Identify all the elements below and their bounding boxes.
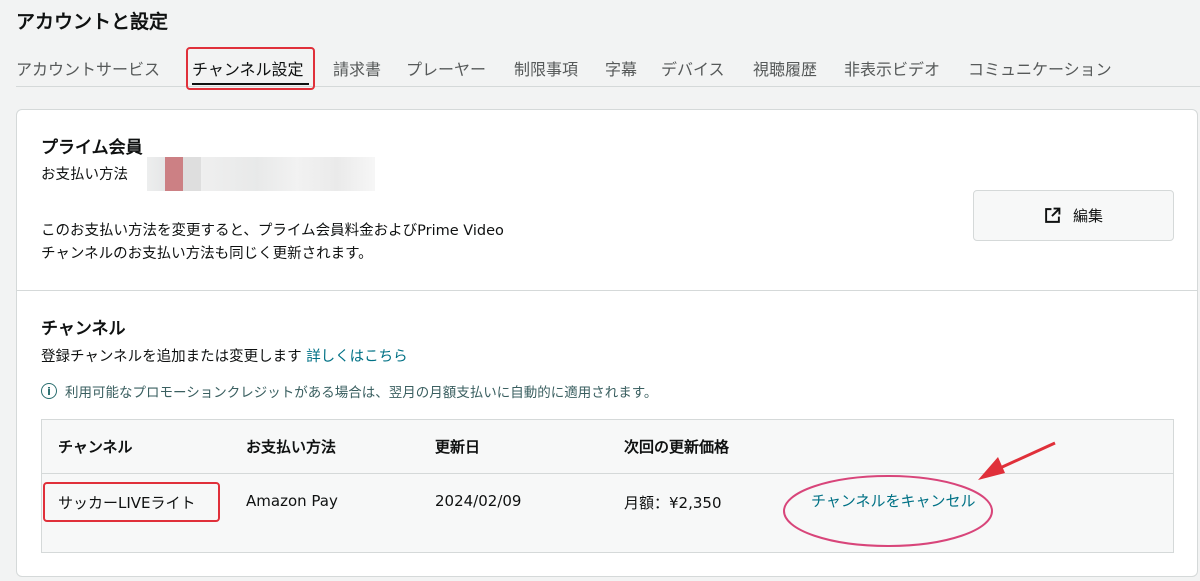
table-header-renewal-date: 更新日	[435, 438, 481, 456]
payment-method-label: お支払い方法	[41, 167, 128, 183]
page-title: アカウントと設定	[16, 11, 169, 33]
cancel-channel-link[interactable]: チャンネルをキャンセル	[811, 490, 981, 513]
table-cell-renewal-date: 2024/02/09	[435, 492, 522, 510]
learn-more-link[interactable]: 詳しくはこちら	[306, 349, 408, 365]
channel-highlight-annotation	[43, 482, 220, 522]
tab-hidden-videos[interactable]: 非表示ビデオ	[844, 56, 940, 80]
prime-notice-line1: このお支払い方法を変更すると、プライム会員料金およびPrime Video	[41, 223, 504, 239]
table-cell-price: 月額：¥2,350	[624, 494, 722, 512]
section-divider	[16, 290, 1198, 291]
table-header-channel: チャンネル	[58, 438, 133, 456]
table-header-divider	[42, 473, 1173, 474]
tab-restrictions[interactable]: 制限事項	[514, 56, 578, 80]
prime-notice-line2: チャンネルのお支払い方法も同じく更新されます。	[41, 246, 373, 262]
channels-heading: チャンネル	[41, 319, 126, 339]
tab-subtitles[interactable]: 字幕	[605, 56, 637, 80]
tab-watch-history[interactable]: 視聴履歴	[753, 56, 817, 80]
info-icon: i	[41, 383, 57, 399]
table-header-next-price: 次回の更新価格	[624, 438, 730, 456]
tab-communication[interactable]: コミュニケーション	[968, 56, 1112, 80]
channels-description-row: 登録チャンネルを追加または変更します 詳しくはこちら	[41, 346, 408, 368]
external-link-icon	[1044, 207, 1061, 224]
tab-devices[interactable]: デバイス	[661, 56, 725, 80]
promo-info-row: i 利用可能なプロモーションクレジットがある場合は、翌月の月額支払いに自動的に適…	[41, 380, 657, 402]
tab-account-service[interactable]: アカウントサービス	[16, 56, 160, 80]
prime-heading: プライム会員	[41, 138, 143, 158]
edit-label: 編集	[1072, 207, 1103, 225]
redacted-payment-info	[147, 157, 375, 191]
table-cell-payment: Amazon Pay	[246, 492, 338, 510]
tab-highlight-annotation	[186, 47, 315, 90]
tab-player[interactable]: プレーヤー	[406, 56, 486, 80]
tab-invoices[interactable]: 請求書	[333, 56, 381, 80]
channels-description: 登録チャンネルを追加または変更します	[41, 349, 302, 365]
promo-info-text: 利用可能なプロモーションクレジットがある場合は、翌月の月額支払いに自動的に適用さ…	[65, 385, 658, 401]
table-header-payment: お支払い方法	[246, 438, 337, 456]
edit-button[interactable]: 編集	[973, 190, 1174, 241]
